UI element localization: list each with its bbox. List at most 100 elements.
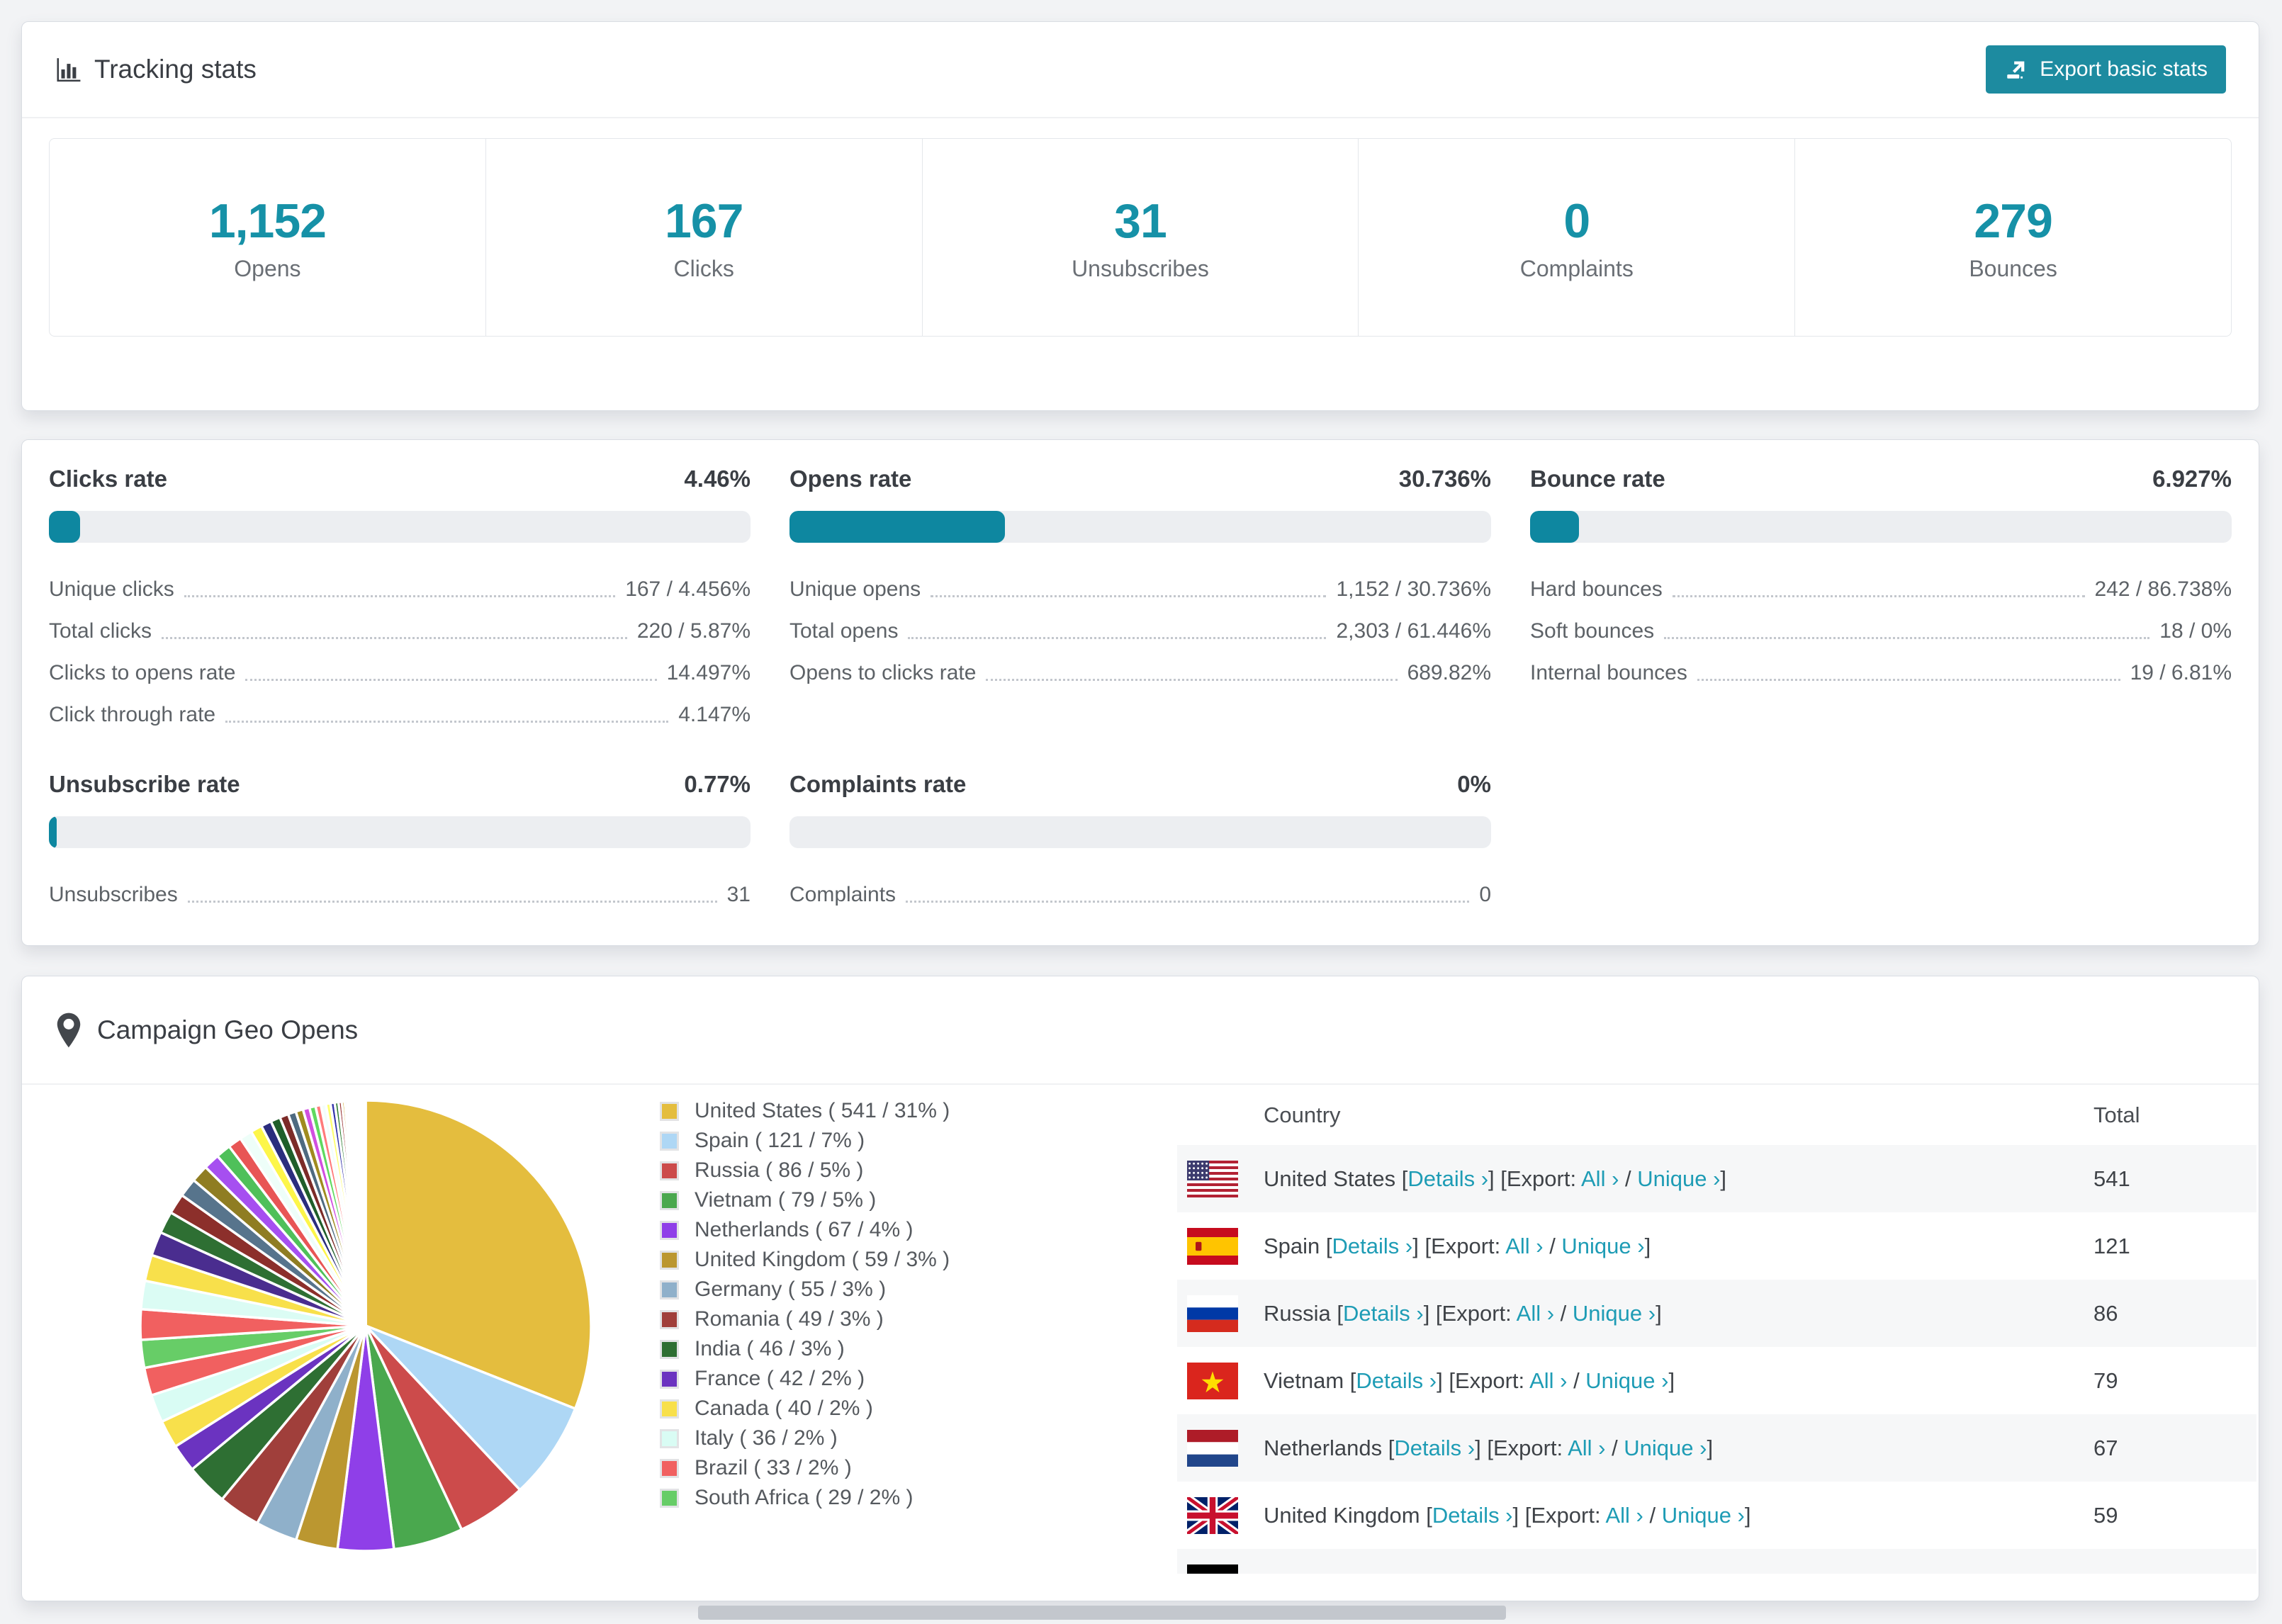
country-cell: Spain [Details ›] [Export: All › / Uniqu… [1264,1234,2093,1259]
summary-label: Bounces [1969,255,2057,281]
export-unique-link[interactable]: Unique › [1637,1166,1720,1191]
legend-label: United Kingdom ( 59 / 3% ) [695,1248,950,1271]
stat-value: 19 / 6.81% [2130,661,2232,684]
details-link[interactable]: Details › [1343,1301,1424,1326]
legend-item: Russia ( 86 / 5% ) [660,1156,950,1185]
rate-value: 0.77% [684,771,751,797]
country-cell: United Kingdom [Details ›] [Export: All … [1264,1503,2093,1528]
bracket-text: / [1543,1233,1562,1258]
dotted-leader [187,901,717,903]
progress-bar-fill [49,816,57,848]
details-link[interactable]: Details › [1394,1436,1475,1460]
geo-table-header: Country Total [1177,1085,2256,1145]
stat-label: Internal bounces [1530,661,1687,684]
summary-cell-bounces: 279 Bounces [1795,139,2231,336]
export-button-label: Export basic stats [2040,57,2208,81]
details-link[interactable]: Details › [1407,1166,1488,1191]
flag-vn-icon [1187,1362,1238,1399]
rate-block-opens-rate: Opens rate 30.736% Unique opens 1,152 / 30.… [789,465,1491,731]
summary-cell-opens: 1,152 Opens [50,139,486,336]
legend-swatch [660,1190,679,1210]
geo-legend: United States ( 541 / 31% ) Spain ( 121 /… [660,1096,950,1513]
export-all-link[interactable]: All › [1581,1166,1619,1191]
dotted-leader [184,595,616,597]
export-all-link[interactable]: All › [1529,1368,1567,1393]
export-unique-link[interactable]: Unique › [1573,1301,1656,1326]
tracking-stats-title: Tracking stats [55,55,257,84]
legend-item: Italy ( 36 / 2% ) [660,1423,950,1453]
legend-item: Vietnam ( 79 / 5% ) [660,1185,950,1215]
stat-label: Unique clicks [49,577,174,601]
stat-value: 242 / 86.738% [2094,577,2232,601]
bracket-text: / [1605,1435,1624,1460]
export-all-link[interactable]: All › [1539,1570,1577,1574]
legend-item: Spain ( 121 / 7% ) [660,1126,950,1156]
summary-label: Opens [234,255,301,281]
export-unique-link[interactable]: Unique › [1596,1570,1679,1574]
summary-cell-complaints: 0 Complaints [1359,139,1796,336]
stat-label: Unsubscribes [49,883,178,906]
country-name: Vietnam [1264,1368,1350,1393]
horizontal-scrollbar-thumb[interactable] [698,1606,1506,1620]
legend-swatch [660,1280,679,1299]
flag-ru-icon [1187,1295,1238,1332]
geo-title: Campaign Geo Opens [97,1015,359,1044]
legend-label: Netherlands ( 67 / 4% ) [695,1218,914,1241]
country-column-header: Country [1264,1102,1341,1127]
legend-swatch [660,1220,679,1240]
export-unique-link[interactable]: Unique › [1561,1234,1644,1258]
flag-es-icon [1187,1227,1238,1265]
stat-value: 1,152 / 30.736% [1336,577,1491,601]
country-total: 55 [2093,1570,2256,1574]
legend-item: United States ( 541 / 31% ) [660,1096,950,1126]
stat-label: Click through rate [49,703,216,726]
bracket-text: ] [1656,1300,1662,1326]
export-all-link[interactable]: All › [1505,1234,1543,1258]
export-all-link[interactable]: All › [1517,1301,1554,1326]
bracket-text: [ [1337,1300,1343,1326]
rate-head: Opens rate 30.736% [789,465,1491,493]
export-basic-stats-button[interactable]: Export basic stats [1986,45,2226,94]
country-name: United Kingdom [1264,1502,1427,1528]
stat-row: Complaints 0 [789,869,1491,911]
legend-item: Romania ( 49 / 3% ) [660,1304,950,1334]
details-link[interactable]: Details › [1356,1368,1437,1393]
stat-row: Unique clicks 167 / 4.456% [49,564,751,606]
details-link[interactable]: Details › [1366,1570,1447,1574]
export-unique-link[interactable]: Unique › [1662,1503,1745,1528]
export-icon [2004,57,2028,81]
stat-row: Click through rate 4.147% [49,689,751,731]
bracket-text: / [1567,1368,1586,1393]
export-unique-link[interactable]: Unique › [1585,1368,1668,1393]
stat-row: Opens to clicks rate 689.82% [789,648,1491,689]
stat-value: 220 / 5.87% [636,619,751,643]
summary-value: 0 [1563,193,1590,248]
country-total: 67 [2093,1435,2118,1460]
rate-title: Bounce rate [1530,466,1665,492]
legend-swatch [660,1369,679,1389]
export-unique-link[interactable]: Unique › [1624,1436,1707,1460]
stat-label: Complaints [789,883,896,906]
details-link[interactable]: Details › [1432,1503,1513,1528]
stat-value: 689.82% [1407,661,1491,684]
table-row-es: Spain [Details ›] [Export: All › / Uniqu… [1177,1212,2256,1280]
stat-label: Soft bounces [1530,619,1655,643]
details-link[interactable]: Details › [1332,1234,1413,1258]
country-name: United States [1264,1166,1402,1191]
stat-row: Internal bounces 19 / 6.81% [1530,648,2232,689]
rates-card: Clicks rate 4.46% Unique clicks 167 / 4.456… [21,439,2259,946]
rate-block-clicks-rate: Clicks rate 4.46% Unique clicks 167 / 4.456… [49,465,751,731]
stat-row: Unique opens 1,152 / 30.736% [789,564,1491,606]
total-column-header: Total [2093,1102,2140,1127]
dotted-leader [1697,679,2120,681]
export-all-link[interactable]: All › [1568,1436,1605,1460]
bracket-text: ] [Export: [1488,1166,1581,1191]
dotted-leader [906,901,1470,903]
country-cell: Germany [Details ›] [Export: All › / Uni… [1264,1570,2093,1574]
bracket-text: ] [Export: [1446,1570,1539,1574]
export-all-link[interactable]: All › [1605,1503,1643,1528]
bracket-text: ] [Export: [1512,1502,1606,1528]
legend-swatch [660,1101,679,1121]
stat-row: Clicks to opens rate 14.497% [49,648,751,689]
table-row-vn: Vietnam [Details ›] [Export: All › / Uni… [1177,1347,2256,1414]
